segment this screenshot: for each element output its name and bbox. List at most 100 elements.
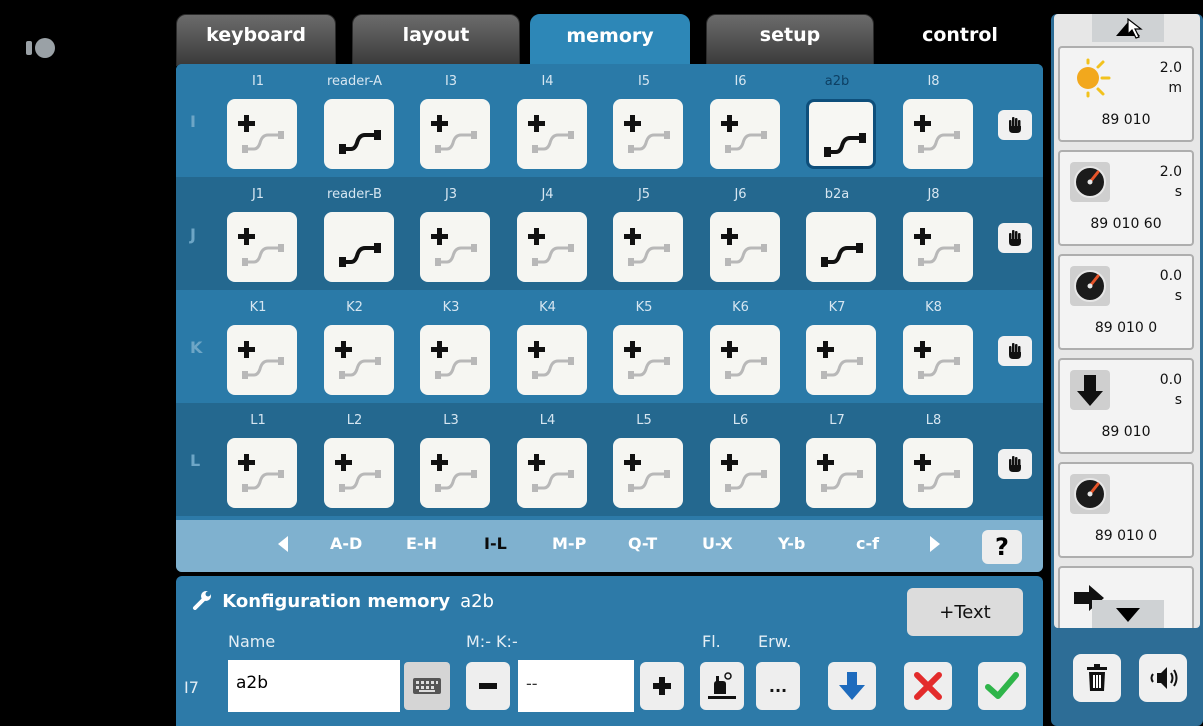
- memory-slot-button[interactable]: [902, 212, 973, 282]
- memory-slot: L1: [210, 403, 306, 516]
- nav-page-u-x[interactable]: U-X: [702, 534, 733, 553]
- memory-slot-button[interactable]: [709, 325, 780, 395]
- memory-slot: J6: [693, 177, 789, 290]
- row-hand-button[interactable]: [998, 449, 1032, 479]
- memory-slot-button[interactable]: [806, 325, 876, 395]
- memory-slot-button[interactable]: [323, 438, 394, 508]
- function-tile[interactable]: 2.0 s 89 010 60: [1058, 150, 1194, 246]
- help-button[interactable]: ?: [982, 530, 1022, 564]
- row-hand-button[interactable]: [998, 223, 1032, 253]
- name-input[interactable]: a2b: [228, 660, 400, 712]
- plus-link-icon: [238, 228, 284, 266]
- memory-slot-button[interactable]: [516, 438, 587, 508]
- sound-button[interactable]: [1139, 654, 1187, 702]
- download-button[interactable]: [828, 662, 876, 710]
- tab-label: setup: [759, 24, 821, 46]
- delete-button[interactable]: [1073, 654, 1121, 702]
- mouse-cursor-icon: [1126, 17, 1146, 44]
- memory-slot-button[interactable]: [420, 438, 490, 508]
- function-tile[interactable]: 0.0 s 89 010 0: [1058, 254, 1194, 350]
- memory-slot-button[interactable]: [806, 212, 876, 282]
- trash-icon: [1087, 664, 1107, 691]
- nav-page-m-p[interactable]: M-P: [552, 534, 586, 553]
- memory-slot-button[interactable]: [902, 438, 973, 508]
- memory-slot-button[interactable]: [806, 99, 876, 169]
- memory-slot-button[interactable]: [709, 99, 780, 169]
- row-hand-button[interactable]: [998, 336, 1032, 366]
- memory-slot-button[interactable]: [227, 438, 297, 508]
- tile-value-number: 2.0: [1159, 60, 1182, 76]
- memory-slot-button[interactable]: [613, 438, 683, 508]
- memory-slot-label: K2: [346, 300, 363, 315]
- tile-value-unit: s: [1174, 392, 1182, 408]
- nav-page-i-l[interactable]: I-L: [484, 534, 507, 553]
- nav-page-c-f[interactable]: c-f: [856, 534, 879, 553]
- tab-keyboard[interactable]: keyboard: [176, 14, 336, 66]
- tile-value-number: 2.0: [1159, 164, 1182, 180]
- memory-slot: I3: [403, 64, 499, 177]
- tab-control[interactable]: control: [880, 14, 1040, 66]
- memory-slot-label: L5: [636, 413, 652, 428]
- ellipsis-label: ...: [768, 676, 788, 696]
- link-icon: [338, 130, 381, 154]
- memory-slot-button[interactable]: [902, 99, 973, 169]
- nav-page-q-t[interactable]: Q-T: [628, 534, 657, 553]
- memory-slot: K1: [210, 290, 306, 403]
- memory-slot-button[interactable]: [902, 325, 973, 395]
- memory-slot-button[interactable]: [323, 99, 394, 169]
- memory-slot-button[interactable]: [323, 325, 394, 395]
- nav-page-e-h[interactable]: E-H: [406, 534, 437, 553]
- memory-slot-button[interactable]: [806, 438, 876, 508]
- memory-slot-button[interactable]: [709, 212, 780, 282]
- memory-slot-button[interactable]: [420, 212, 490, 282]
- nav-page-a-d[interactable]: A-D: [330, 534, 362, 553]
- tab-layout[interactable]: layout: [352, 14, 520, 66]
- config-title-text: Konfiguration memory: [222, 591, 451, 612]
- tab-setup[interactable]: setup: [706, 14, 874, 66]
- memory-slot-button[interactable]: [516, 99, 587, 169]
- tab-memory[interactable]: memory: [530, 14, 690, 68]
- memory-slot-button[interactable]: [613, 325, 683, 395]
- memory-slot-button[interactable]: [516, 212, 587, 282]
- accept-button[interactable]: [978, 662, 1026, 710]
- increment-button[interactable]: [640, 662, 684, 710]
- nav-page-y-b[interactable]: Y-b: [778, 534, 805, 553]
- memory-grid-panel: I I1 reader-A I3 I4 I5 I6 a2b I8 J J1 reader-B J3 J4 J…: [176, 64, 1043, 572]
- memory-slot-button[interactable]: [516, 325, 587, 395]
- extended-options-button[interactable]: ...: [756, 662, 800, 710]
- function-button[interactable]: [700, 662, 744, 710]
- row-hand-button[interactable]: [998, 110, 1032, 140]
- function-tile[interactable]: 89 010 0: [1058, 462, 1194, 558]
- keyboard-button[interactable]: [404, 662, 450, 710]
- plus-link-icon: [431, 454, 477, 492]
- function-tile[interactable]: 0.0 s 89 010: [1058, 358, 1194, 454]
- function-tile[interactable]: 2.0 m 89 010: [1058, 46, 1194, 142]
- decrement-button[interactable]: [466, 662, 510, 710]
- plus-link-icon: [334, 341, 381, 379]
- memory-slot-button[interactable]: [613, 212, 683, 282]
- memory-slot-label: J1: [251, 187, 265, 202]
- prev-page-arrow-icon[interactable]: [276, 534, 290, 558]
- tab-label: layout: [402, 24, 470, 46]
- checkmark-icon: [985, 672, 1019, 699]
- scroll-down-button[interactable]: [1092, 600, 1164, 628]
- memory-slot-button[interactable]: [420, 325, 490, 395]
- memory-slot-button[interactable]: [227, 99, 297, 169]
- add-text-button[interactable]: +Text: [907, 588, 1023, 636]
- link-icon: [821, 243, 863, 267]
- memory-slot-button[interactable]: [227, 212, 297, 282]
- sidebar-tile-list[interactable]: 2.0 m 89 010 2.0 s 89 010 60 0.0 s 89 010 0 0.0 s 8…: [1054, 14, 1200, 628]
- memory-slot-button[interactable]: [323, 212, 394, 282]
- memory-slot: K2: [307, 290, 403, 403]
- memory-slot-button[interactable]: [709, 438, 780, 508]
- plus-link-icon: [238, 454, 284, 492]
- memory-key-input[interactable]: --: [518, 660, 634, 712]
- memory-slot-label: L3: [443, 413, 459, 428]
- next-page-arrow-icon[interactable]: [928, 534, 942, 558]
- memory-slot-button[interactable]: [613, 99, 683, 169]
- memory-slot-button[interactable]: [227, 325, 297, 395]
- plus-link-icon: [527, 228, 574, 266]
- memory-slot-button[interactable]: [420, 99, 490, 169]
- cancel-button[interactable]: [904, 662, 952, 710]
- config-item-name: a2b: [460, 591, 494, 612]
